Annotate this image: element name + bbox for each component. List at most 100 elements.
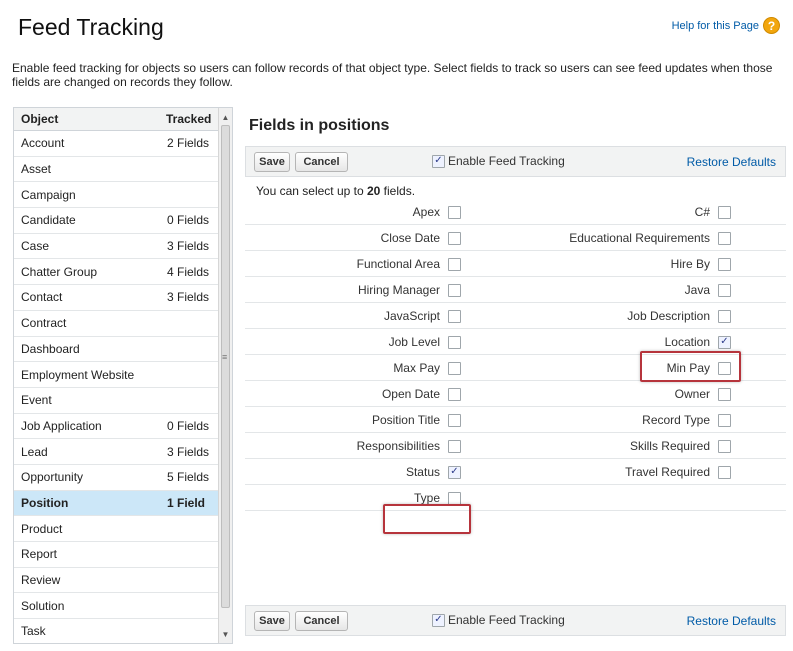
field-checkbox-max-pay[interactable] [448, 361, 461, 375]
object-row-employment-website[interactable]: Employment Website [14, 362, 220, 388]
field-checkbox-c-[interactable] [718, 205, 731, 219]
restore-defaults-link[interactable]: Restore Defaults [687, 155, 776, 169]
object-name: Campaign [21, 187, 76, 202]
field-c-[interactable]: C# [695, 199, 731, 225]
scroll-down-arrow-icon[interactable]: ▼ [219, 627, 232, 641]
object-row-chatter-group[interactable]: Chatter Group 4 Fields [14, 259, 220, 286]
object-row-job-application[interactable]: Job Application 0 Fields [14, 414, 220, 440]
field-checkbox-location[interactable]: ✓ [718, 335, 731, 349]
object-row-case[interactable]: Case 3 Fields [14, 234, 220, 260]
object-row-account[interactable]: Account 2 Fields [14, 131, 220, 157]
object-name: Job Application [21, 418, 102, 433]
object-list-scrollbar[interactable]: ▲ ≡ ▼ [218, 108, 232, 643]
enable-feed-tracking-checkbox[interactable]: ✓ [432, 613, 445, 627]
enable-feed-tracking-checkbox[interactable]: ✓ [432, 154, 445, 168]
object-row-event[interactable]: Event [14, 388, 220, 414]
field-checkbox-functional-area[interactable] [448, 257, 461, 271]
field-javascript[interactable]: JavaScript [384, 303, 461, 329]
field-checkbox-position-title[interactable] [448, 413, 461, 427]
enable-feed-tracking[interactable]: ✓ Enable Feed Tracking [432, 613, 565, 627]
object-row-solution[interactable]: Solution [14, 593, 220, 620]
object-row-asset[interactable]: Asset [14, 157, 220, 183]
field-checkbox-skills-required[interactable] [718, 439, 731, 453]
object-row-position[interactable]: Position 1 Field [14, 490, 220, 517]
field-checkbox-java[interactable] [718, 283, 731, 297]
field-travel-required[interactable]: Travel Required [625, 459, 731, 485]
cancel-button[interactable]: Cancel [295, 152, 348, 172]
field-checkbox-close-date[interactable] [448, 231, 461, 245]
scroll-thumb[interactable] [221, 125, 230, 608]
field-checkbox-job-description[interactable] [718, 309, 731, 323]
field-checkbox-responsibilities[interactable] [448, 439, 461, 453]
field-checkbox-travel-required[interactable] [718, 465, 731, 479]
field-hiring-manager[interactable]: Hiring Manager [358, 277, 461, 303]
field-job-level[interactable]: Job Level [389, 329, 461, 355]
field-checkbox-open-date[interactable] [448, 387, 461, 401]
field-label: Travel Required [625, 465, 710, 479]
field-checkbox-job-level[interactable] [448, 335, 461, 349]
field-label: Open Date [381, 387, 440, 401]
field-functional-area[interactable]: Functional Area [357, 251, 461, 277]
field-label: Skills Required [629, 439, 710, 453]
field-close-date[interactable]: Close Date [381, 225, 461, 251]
field-row: Close Date Educational Requirements [245, 225, 786, 251]
field-checkbox-javascript[interactable] [448, 309, 461, 323]
toolbar-bottom: Save Cancel ✓ Enable Feed Tracking Resto… [245, 605, 786, 636]
object-row-contact[interactable]: Contact 3 Fields [14, 285, 220, 311]
field-checkbox-record-type[interactable] [718, 413, 731, 427]
field-label: Hiring Manager [357, 283, 440, 297]
field-job-description[interactable]: Job Description [627, 303, 731, 329]
object-row-campaign[interactable]: Campaign [14, 182, 220, 209]
field-checkbox-owner[interactable] [718, 387, 731, 401]
object-row-product[interactable]: Product [14, 516, 220, 542]
object-name: Contact [21, 290, 63, 305]
field-open-date[interactable]: Open Date [382, 381, 461, 407]
object-row-report[interactable]: Report [14, 542, 220, 568]
object-row-lead[interactable]: Lead 3 Fields [14, 439, 220, 465]
field-position-title[interactable]: Position Title [372, 407, 461, 433]
field-row: Functional Area Hire By [245, 251, 786, 277]
object-name: Candidate [21, 213, 76, 228]
field-row: Open Date Owner [245, 381, 786, 407]
object-row-task[interactable]: Task [14, 619, 220, 643]
field-checkbox-status[interactable]: ✓ [448, 465, 461, 479]
field-checkbox-educational-requirements[interactable] [718, 231, 731, 245]
field-educational-requirements[interactable]: Educational Requirements [569, 225, 731, 251]
object-list-panel: Object Tracked Account 2 Fields Asset Campa… [13, 107, 233, 644]
object-row-review[interactable]: Review [14, 568, 220, 594]
field-max-pay[interactable]: Max Pay [393, 355, 461, 381]
field-label: JavaScript [383, 309, 440, 323]
field-record-type[interactable]: Record Type [642, 407, 731, 433]
field-status[interactable]: Status ✓ [406, 459, 461, 485]
toolbar-top: Save Cancel ✓ Enable Feed Tracking Resto… [245, 146, 786, 177]
enable-feed-tracking[interactable]: ✓ Enable Feed Tracking [432, 154, 565, 168]
field-java[interactable]: Java [685, 277, 731, 303]
enable-feed-tracking-label: Enable Feed Tracking [448, 154, 565, 168]
field-row: JavaScript Job Description [245, 303, 786, 329]
save-button[interactable]: Save [254, 611, 290, 631]
save-button[interactable]: Save [254, 152, 290, 172]
field-apex[interactable]: Apex [413, 199, 461, 225]
object-name: Case [21, 239, 50, 254]
field-hire-by[interactable]: Hire By [671, 251, 731, 277]
cancel-button[interactable]: Cancel [295, 611, 348, 631]
scroll-up-arrow-icon[interactable]: ▲ [219, 110, 232, 124]
restore-defaults-link[interactable]: Restore Defaults [687, 614, 776, 628]
question-icon[interactable]: ? [763, 17, 780, 34]
object-row-contract[interactable]: Contract [14, 311, 220, 337]
field-checkbox-hire-by[interactable] [718, 257, 731, 271]
field-limit-suffix: fields. [380, 184, 416, 198]
help-link-label[interactable]: Help for this Page [672, 20, 759, 32]
field-responsibilities[interactable]: Responsibilities [357, 433, 461, 459]
field-owner[interactable]: Owner [675, 381, 731, 407]
field-checkbox-apex[interactable] [448, 205, 461, 219]
object-name: Report [21, 547, 58, 562]
help-link[interactable]: Help for this Page ? [672, 17, 780, 34]
field-checkbox-hiring-manager[interactable] [448, 283, 461, 297]
object-row-dashboard[interactable]: Dashboard [14, 337, 220, 363]
object-row-opportunity[interactable]: Opportunity 5 Fields [14, 465, 220, 491]
field-skills-required[interactable]: Skills Required [630, 433, 731, 459]
object-row-candidate[interactable]: Candidate 0 Fields [14, 208, 220, 234]
object-name: Asset [21, 162, 52, 177]
field-checkbox-type[interactable] [448, 491, 461, 505]
